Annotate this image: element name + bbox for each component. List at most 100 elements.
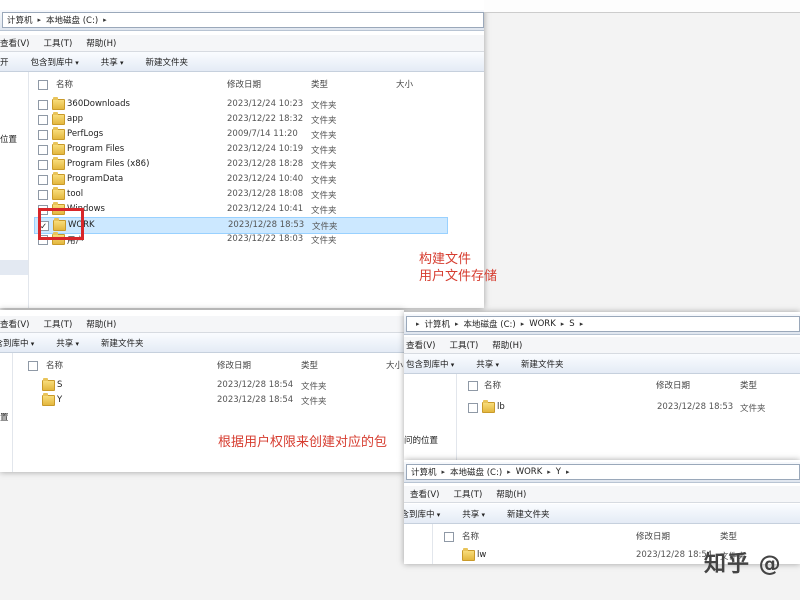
file-row[interactable]: Windows 2023/12/24 10:41 文件夹	[34, 202, 446, 217]
menu-view[interactable]: 查看(V)	[406, 339, 435, 351]
address-bar[interactable]: 计算机 ▸ 本地磁盘 (C:) ▸ WORK ▸ Y ▸	[404, 462, 800, 483]
include-in-library-button[interactable]: 包含到库中	[0, 337, 34, 349]
file-row[interactable]: app 2023/12/22 18:32 文件夹	[34, 112, 446, 127]
column-header-modified[interactable]: 修改日期	[656, 379, 690, 391]
menu-view[interactable]: 查看(V)	[410, 488, 439, 500]
menu-tools[interactable]: 工具(T)	[449, 339, 478, 351]
menu-tools[interactable]: 工具(T)	[453, 488, 482, 500]
breadcrumb-computer[interactable]: 计算机	[7, 14, 33, 26]
include-in-library-button[interactable]: 包含到库中	[31, 56, 79, 68]
new-folder-button[interactable]: 新建文件夹	[146, 56, 189, 68]
column-header-type[interactable]: 类型	[740, 379, 757, 391]
share-button[interactable]: 共享	[462, 508, 485, 520]
menu-tools[interactable]: 工具(T)	[43, 318, 72, 330]
folder-icon	[52, 127, 65, 140]
row-checkbox[interactable]	[38, 190, 48, 200]
address-bar[interactable]: 计算机 ▸ 本地磁盘 (C:) ▸	[0, 10, 484, 31]
column-header-name[interactable]: 名称	[484, 379, 501, 391]
nav-item-recent-locations[interactable]: 问的位置	[404, 434, 438, 446]
file-row[interactable]: S 2023/12/28 18:54 文件夹	[24, 378, 394, 393]
column-header-type[interactable]: 类型	[311, 78, 328, 90]
include-in-library-button[interactable]: 包含到库中	[406, 358, 454, 370]
navigation-pane[interactable]: 置	[0, 353, 13, 472]
menu-view[interactable]: 查看(V)	[0, 318, 29, 330]
column-header-modified[interactable]: 修改日期	[217, 359, 251, 371]
row-checkbox[interactable]	[38, 100, 48, 110]
file-row[interactable]: Y 2023/12/28 18:54 文件夹	[24, 393, 394, 408]
file-row[interactable]: 用户 2023/12/22 18:03 文件夹	[34, 232, 446, 247]
select-all-checkbox[interactable]	[28, 361, 38, 371]
navigation-pane[interactable]: 位置	[0, 72, 29, 308]
share-button[interactable]: 共享	[476, 358, 499, 370]
new-folder-button[interactable]: 新建文件夹	[521, 358, 564, 370]
breadcrumb-computer[interactable]: 计算机	[411, 466, 437, 478]
row-checkbox[interactable]	[38, 130, 48, 140]
file-row[interactable]: PerfLogs 2009/7/14 11:20 文件夹	[34, 127, 446, 142]
file-row[interactable]: lb 2023/12/28 18:53 文件夹	[464, 400, 800, 415]
menu-tools[interactable]: 工具(T)	[43, 37, 72, 49]
column-header-modified[interactable]: 修改日期	[636, 530, 670, 542]
chevron-right-icon: ▸	[416, 320, 420, 328]
breadcrumb-computer[interactable]: 计算机	[425, 318, 451, 330]
breadcrumb-local-disk[interactable]: 本地磁盘 (C:)	[464, 318, 516, 330]
file-row[interactable]: ProgramData 2023/12/24 10:40 文件夹	[34, 172, 446, 187]
row-checkbox[interactable]	[38, 160, 48, 170]
new-folder-button[interactable]: 新建文件夹	[507, 508, 550, 520]
nav-selected-item[interactable]	[0, 260, 28, 275]
chevron-right-icon: ▸	[579, 320, 584, 328]
menu-help[interactable]: 帮助(H)	[492, 339, 522, 351]
chevron-right-icon: ▸	[520, 320, 525, 328]
file-row[interactable]: tool 2023/12/28 18:08 文件夹	[34, 187, 446, 202]
annotation-create-by-permission: 根据用户权限来创建对应的包	[218, 435, 388, 450]
select-all-checkbox[interactable]	[444, 532, 454, 542]
file-type: 文件夹	[301, 382, 327, 392]
breadcrumb-work[interactable]: WORK	[516, 467, 543, 477]
row-checkbox[interactable]	[38, 145, 48, 155]
include-in-library-button[interactable]: 包含到库中	[404, 508, 440, 520]
column-header-type[interactable]: 类型	[301, 359, 318, 371]
file-modified-date: 2023/12/28 18:54	[217, 395, 294, 405]
annotation-user-storage: 用户文件存储	[419, 269, 498, 284]
menu-help[interactable]: 帮助(H)	[86, 37, 116, 49]
file-type: 文件夹	[311, 161, 337, 171]
file-modified-date: 2023/12/28 18:53	[228, 220, 305, 230]
menu-view[interactable]: 查看(V)	[0, 37, 29, 49]
share-button[interactable]: 共享	[56, 337, 79, 349]
column-header-name[interactable]: 名称	[56, 78, 73, 90]
menu-help[interactable]: 帮助(H)	[86, 318, 116, 330]
column-header-name[interactable]: 名称	[46, 359, 63, 371]
select-all-checkbox[interactable]	[468, 381, 478, 391]
nav-item-location[interactable]: 位置	[0, 133, 17, 145]
select-all-checkbox[interactable]	[38, 80, 48, 90]
column-header-size[interactable]: 大小	[396, 78, 413, 90]
file-row[interactable]: Program Files 2023/12/24 10:19 文件夹	[34, 142, 446, 157]
breadcrumb-local-disk[interactable]: 本地磁盘 (C:)	[46, 14, 98, 26]
column-header-name[interactable]: 名称	[462, 530, 479, 542]
column-header-modified[interactable]: 修改日期	[227, 78, 261, 90]
breadcrumb-local-disk[interactable]: 本地磁盘 (C:)	[450, 466, 502, 478]
row-checkbox[interactable]	[38, 115, 48, 125]
nav-item-fragment[interactable]: 置	[0, 411, 9, 423]
file-name: lb	[497, 402, 505, 412]
breadcrumb-work[interactable]: WORK	[529, 319, 556, 329]
address-bar[interactable]: ▸ 计算机 ▸ 本地磁盘 (C:) ▸ WORK ▸ S ▸	[404, 314, 800, 335]
chevron-right-icon: ▸	[441, 468, 446, 476]
navigation-pane[interactable]	[404, 524, 433, 564]
breadcrumb-s[interactable]: S	[569, 319, 574, 329]
folder-icon	[52, 157, 65, 170]
share-button[interactable]: 共享	[101, 56, 124, 68]
row-checkbox[interactable]	[38, 175, 48, 185]
explorer-window-c-drive: 计算机 ▸ 本地磁盘 (C:) ▸ 查看(V) 工具(T) 帮助(H) 开 包含…	[0, 0, 484, 308]
file-row[interactable]: Program Files (x86) 2023/12/28 18:28 文件夹	[34, 157, 446, 172]
breadcrumb-y[interactable]: Y	[556, 467, 561, 477]
column-header-size[interactable]: 大小	[386, 359, 403, 371]
row-checkbox[interactable]	[468, 403, 478, 413]
menu-help[interactable]: 帮助(H)	[496, 488, 526, 500]
file-row[interactable]: 360Downloads 2023/12/24 10:23 文件夹	[34, 97, 446, 112]
new-folder-button[interactable]: 新建文件夹	[101, 337, 144, 349]
zhihu-watermark: 知乎 @	[704, 552, 782, 577]
open-button[interactable]: 开	[0, 56, 9, 68]
column-header-type[interactable]: 类型	[720, 530, 737, 542]
navigation-pane[interactable]: 问的位置	[404, 374, 457, 460]
file-type: 文件夹	[311, 131, 337, 141]
